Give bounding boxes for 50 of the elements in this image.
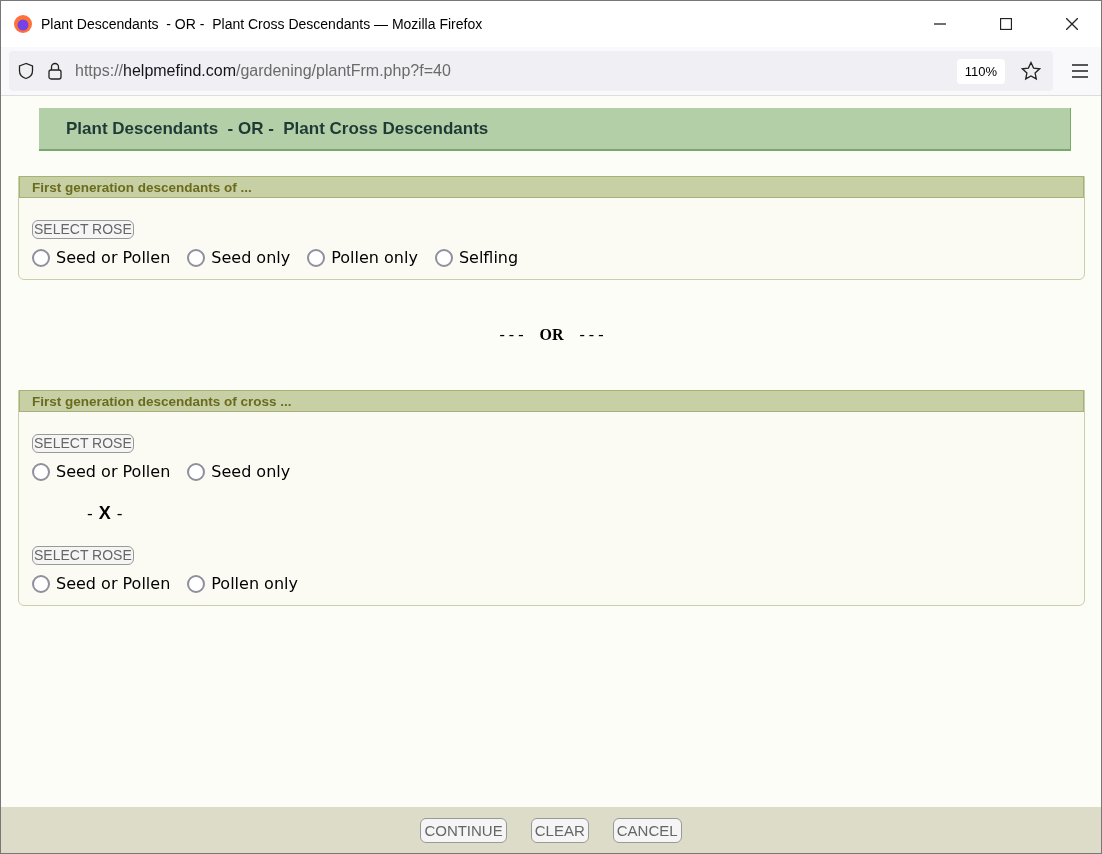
footer-button[interactable]: CLEAR [530,817,589,843]
section-title: First generation descendants of ... [19,176,1084,198]
radio-option[interactable]: Selfling [434,248,519,267]
dash-text: - - - [499,326,524,344]
radio-option[interactable]: Seed or Pollen [32,462,171,481]
option-label: Seed or Pollen [56,248,171,267]
radio-button[interactable] [32,574,50,593]
radio-option[interactable]: Seed only [187,462,291,481]
footer-button[interactable]: CANCEL [612,817,682,843]
zoom-level-button[interactable]: 110% [956,58,1005,84]
shield-icon [17,62,35,80]
footer-button[interactable]: CONTINUE [420,817,507,843]
radio-option[interactable]: Seed only [187,248,291,267]
url-text: https://helpmefind.com/gardening/plantFrm.php?f=40 [75,62,452,80]
or-divider-text: OR [539,326,564,344]
close-icon [1066,18,1078,30]
section-title: First generation descendants of cross ... [19,390,1084,412]
radio-option[interactable]: Pollen only [187,574,298,593]
option-label: Seed or Pollen [56,574,171,593]
radio-option[interactable]: Seed or Pollen [32,248,171,267]
option-label: Selfling [458,248,519,267]
radio-button[interactable] [434,248,453,267]
window-title: Plant Descendants - OR - Plant Cross Descendants — Mozilla Firefox [41,16,484,32]
radio-button[interactable] [187,462,206,481]
dash-text: - [116,504,123,523]
radio-button[interactable] [307,248,326,267]
select-rose-button[interactable]: SELECT ROSE [32,546,134,565]
maximize-icon [1000,18,1012,30]
option-label: Pollen only [211,574,298,593]
address-bar[interactable]: https://helpmefind.com/gardening/plantFrm.php?f=40 110% [9,51,1053,91]
browser-logo-icon [13,14,33,34]
option-label: Pollen only [331,248,418,267]
select-rose-button[interactable]: SELECT ROSE [32,220,134,239]
star-icon [1021,61,1041,81]
option-label: Seed or Pollen [56,462,171,481]
radio-option[interactable]: Pollen only [307,248,418,267]
menu-icon [1071,64,1089,78]
radio-button[interactable] [32,248,50,267]
radio-button[interactable] [32,462,50,481]
cross-mark: X [98,503,111,524]
radio-button[interactable] [187,248,206,267]
page-heading: Plant Descendants - OR - Plant Cross Descendants [39,108,1071,151]
radio-button[interactable] [187,574,206,593]
dash-text: - - - [579,326,604,344]
option-label: Seed only [211,248,291,267]
dash-text: - [87,504,93,523]
select-rose-button[interactable]: SELECT ROSE [32,434,134,453]
option-label: Seed only [211,462,291,481]
radio-option[interactable]: Seed or Pollen [32,574,171,593]
lock-icon [47,62,63,80]
